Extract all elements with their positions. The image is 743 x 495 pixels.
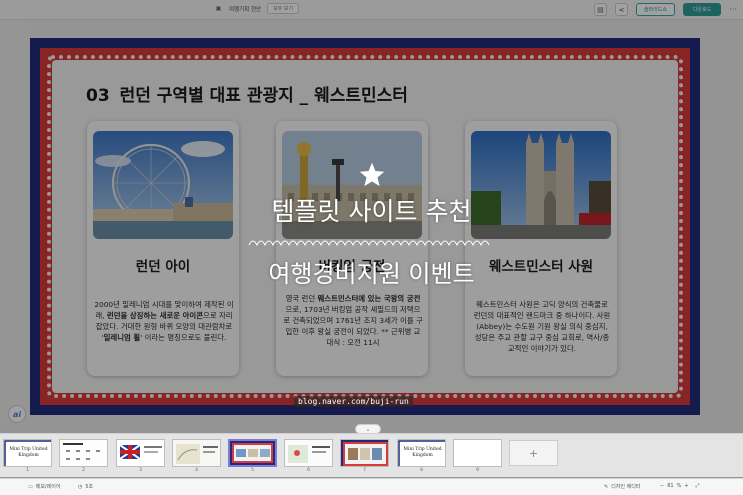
slide-thumbnail-8[interactable]: Mini Trip United Kingdom [397, 439, 446, 467]
top-toolbar: ▣ 여행기획 현안 모두 보기 ▤ ⋖ 슬라이드쇼 다운로드 ··· [0, 0, 743, 20]
zoom-in-icon[interactable]: + [684, 483, 688, 489]
document-icon: ▣ [215, 5, 222, 12]
fullscreen-icon[interactable]: ⤢ [696, 483, 700, 489]
slide-canvas[interactable]: 03 런던 구역별 대표 관광지 _ 웨스트민스터 런던 아이 2000년 밀레… [30, 38, 700, 415]
desc-text: 으로, 1703년 버킹엄 공작 셰필드의 저택으로 건축되었으며 1761년 … [283, 305, 423, 347]
desc-text: 웨스트민스터 사원은 고딕 양식의 건축물로 런던의 대표적인 랜드마크 중 하… [473, 300, 611, 353]
desc-text: ' 이라는 명칭으로도 불린다. [140, 333, 227, 342]
slide-number: 3 [139, 468, 142, 473]
zoom-out-icon[interactable]: − [660, 483, 664, 489]
card-description: 2000년 밀레니엄 시대를 맞이하여 제작된 이래, 런던을 상징하는 새로운… [94, 299, 234, 343]
desc-bold: 웨스트민스터에 있는 국왕의 궁전 [317, 294, 421, 303]
more-options-icon[interactable]: ··· [729, 5, 737, 14]
clock-icon: ◷ [78, 483, 83, 490]
slide-thumbnail-4[interactable] [172, 439, 221, 467]
slide-title-number: 03 [86, 86, 110, 106]
add-slide-button[interactable]: + [509, 440, 558, 466]
document-title[interactable]: 여행기획 현안 [229, 5, 261, 13]
slide-thumbnail-7[interactable] [340, 439, 389, 467]
card-title: 버킹엄 궁전 [318, 259, 386, 275]
card-description: 웨스트민스터 사원은 고딕 양식의 건축물로 런던의 대표적인 랜드마크 중 하… [472, 299, 612, 354]
left-gutter [0, 20, 28, 420]
ai-label: ai [12, 409, 22, 419]
plus-icon: + [528, 446, 539, 460]
zoom-value[interactable]: 81 [667, 483, 673, 489]
zoom-control: − 81 % + ⤢ [660, 483, 700, 489]
design-editor-button[interactable]: ✎ 디자인 에디터 [604, 483, 641, 491]
card-westminster-abbey[interactable]: 웨스트민스터 사원 웨스트민스터 사원은 고딕 양식의 건축물로 런던의 대표적… [465, 121, 617, 376]
slide-filmstrip: Mini Trip United Kingdom 1 2 3 4 5 6 7 M… [0, 433, 743, 477]
notes-toggle[interactable]: ▭ 메모/레이어 [28, 483, 61, 491]
card-title: 웨스트민스터 사원 [488, 259, 594, 275]
slide-thumbnail-9[interactable] [453, 439, 502, 467]
slide-thumbnail-5[interactable] [228, 439, 277, 467]
slide-number: 5 [251, 468, 254, 473]
slideshow-button[interactable]: 슬라이드쇼 [635, 3, 675, 16]
notes-icon: ▭ [28, 483, 33, 490]
save-icon[interactable]: ▤ [593, 3, 607, 16]
tag-label: 모두 보기 [273, 6, 294, 12]
card-london-eye[interactable]: 런던 아이 2000년 밀레니엄 시대를 맞이하여 제작된 이래, 런던을 상징… [87, 121, 239, 376]
london-eye-photo [93, 131, 233, 239]
toolbar-actions: ▤ ⋖ 슬라이드쇼 다운로드 ··· [593, 3, 737, 16]
timer-label: 5초 [85, 484, 94, 490]
chevron-down-icon: ⌄ [365, 425, 371, 433]
slide-thumbnail-6[interactable] [284, 439, 333, 467]
thumb-title: Mini Trip United Kingdom [403, 447, 442, 458]
slide-number: 1 [26, 468, 29, 473]
slide-number: 4 [195, 468, 198, 473]
westminster-abbey-photo [471, 131, 611, 239]
share-icon[interactable]: ⋖ [614, 3, 628, 16]
slide-timer[interactable]: ◷ 5초 [78, 483, 94, 491]
desc-bold: 밀레니엄 휠 [103, 333, 141, 342]
slide-thumbnail-1[interactable]: Mini Trip United Kingdom [3, 439, 52, 467]
document-title-area: ▣ 여행기획 현안 모두 보기 [214, 3, 300, 14]
slideshow-label: 슬라이드쇼 [643, 7, 667, 13]
slide-title-text: 런던 구역별 대표 관광지 _ 웨스트민스터 [119, 86, 408, 106]
buckingham-palace-photo [282, 131, 422, 239]
pencil-icon: ✎ [604, 483, 609, 490]
desc-text: 영국 런던 [285, 294, 318, 303]
ai-assistant-button[interactable]: ai [8, 405, 26, 423]
zoom-unit: % [676, 483, 682, 489]
download-button[interactable]: 다운로드 [682, 3, 722, 16]
slide-title[interactable]: 03 런던 구역별 대표 관광지 _ 웨스트민스터 [86, 81, 408, 106]
card-description: 영국 런던 웨스트민스터에 있는 국왕의 궁전으로, 1703년 버킹엄 공작 … [283, 293, 423, 348]
design-editor-label: 디자인 에디터 [611, 484, 641, 490]
slide-number: 9 [476, 468, 479, 473]
tag-button[interactable]: 모두 보기 [267, 3, 300, 14]
slide-thumbnail-3[interactable] [116, 439, 165, 467]
notes-label: 메모/레이어 [35, 484, 61, 490]
download-label: 다운로드 [692, 7, 712, 13]
card-buckingham-palace[interactable]: 버킹엄 궁전 영국 런던 웨스트민스터에 있는 국왕의 궁전으로, 1703년 … [276, 121, 428, 376]
slide-thumbnail-2[interactable] [59, 439, 108, 467]
bottom-status-bar: ▭ 메모/레이어 ◷ 5초 ✎ 디자인 에디터 − 81 % + ⤢ [0, 478, 743, 495]
slide-number: 7 [363, 468, 366, 473]
card-title: 런던 아이 [135, 259, 191, 275]
desc-bold: 런던을 상징하는 새로운 아이콘 [106, 311, 204, 320]
thumb-title: Mini Trip United Kingdom [9, 447, 48, 458]
slide-number: 8 [420, 468, 423, 473]
slide-number: 2 [82, 468, 85, 473]
slide-number: 6 [307, 468, 310, 473]
